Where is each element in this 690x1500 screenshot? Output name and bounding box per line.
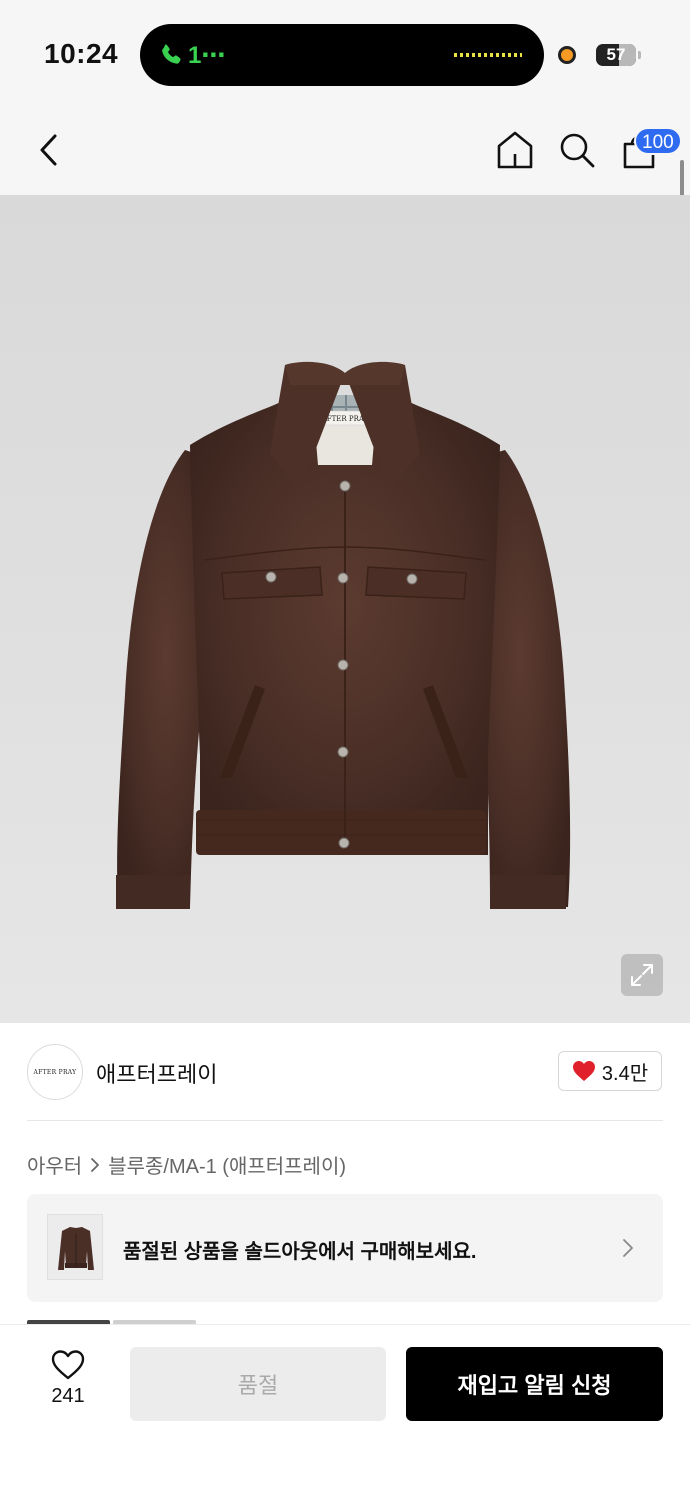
divider: [27, 1120, 663, 1121]
brand-like-count: 3.4만: [601, 1062, 649, 1085]
wishlist-button[interactable]: 241: [36, 1349, 100, 1419]
battery-nub: [638, 51, 641, 59]
mic-indicator-dot: [558, 46, 576, 64]
search-button[interactable]: [554, 127, 600, 173]
heart-icon: [572, 1061, 595, 1081]
soldout-banner[interactable]: 품절된 상품을 솔드아웃에서 구매해보세요.: [27, 1194, 663, 1302]
back-button[interactable]: [26, 125, 70, 175]
call-indicator: 1⋯: [188, 42, 226, 69]
wishlist-count: 241: [51, 1385, 85, 1407]
status-bar: 10:24 1⋯ 57: [0, 0, 690, 105]
battery-icon: 57: [596, 44, 636, 66]
dynamic-island[interactable]: 1⋯: [140, 24, 544, 86]
soldout-banner-text: 품절된 상품을 솔드아웃에서 구매해보세요.: [123, 1241, 477, 1263]
expand-icon: [631, 964, 653, 986]
search-icon: [560, 133, 595, 168]
chevron-right-icon: [91, 1157, 100, 1172]
phone-icon: [162, 44, 181, 64]
breadcrumb: 아우터 블루종/MA-1 (애프터프레이): [27, 1150, 346, 1179]
breadcrumb-category[interactable]: 아우터: [27, 1150, 82, 1179]
top-nav: 100: [0, 105, 690, 195]
battery-level: 57: [606, 45, 626, 64]
breadcrumb-subcategory[interactable]: 블루종/MA-1 (애프터프레이): [108, 1150, 346, 1179]
soldout-button: 품절: [130, 1347, 386, 1421]
banner-thumbnail: [47, 1214, 103, 1280]
home-button[interactable]: [492, 127, 538, 173]
chevron-left-icon: [40, 134, 57, 166]
product-image[interactable]: AFTER PRAY: [0, 195, 690, 1023]
brand-logo[interactable]: AFTER PRAY: [27, 1044, 83, 1100]
bottom-action-bar: 241 품절 재입고 알림 신청: [0, 1324, 690, 1500]
brand-like-button[interactable]: 3.4만: [558, 1051, 662, 1091]
brand-name[interactable]: 애프터프레이: [96, 1057, 217, 1089]
jacket-image: AFTER PRAY: [116, 361, 571, 909]
expand-image-button[interactable]: [621, 954, 663, 996]
restock-alert-button[interactable]: 재입고 알림 신청: [406, 1347, 663, 1421]
audio-wave-icon: [454, 53, 522, 57]
brand-row: AFTER PRAY 애프터프레이 3.4만: [0, 1023, 690, 1121]
jacket-thumbnail-image: [58, 1227, 94, 1270]
heart-outline-icon: [51, 1350, 85, 1380]
home-icon: [497, 131, 533, 169]
cart-count-badge: 100: [634, 127, 682, 155]
status-time: 10:24: [44, 38, 119, 69]
chevron-right-icon: [623, 1239, 633, 1257]
